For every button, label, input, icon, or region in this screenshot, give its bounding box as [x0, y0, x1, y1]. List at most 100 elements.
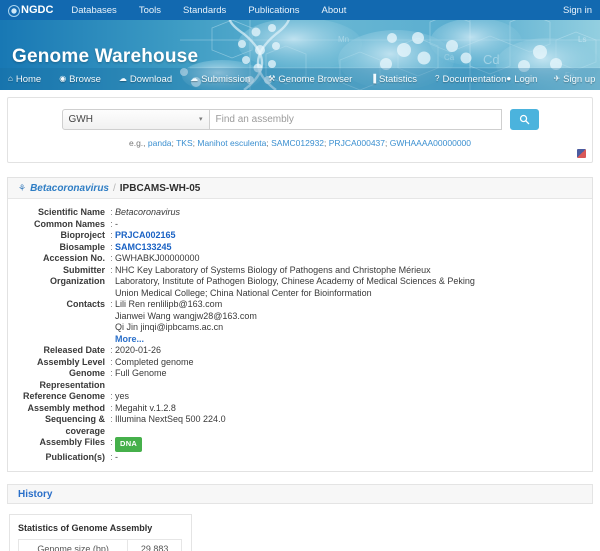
field-label-biosample: Biosample [8, 242, 108, 254]
example-link-tks[interactable]: TKS [176, 138, 193, 148]
breadcrumb-separator: / [113, 183, 116, 194]
field-common-names: Common Names : - [8, 219, 592, 231]
sign-in-link[interactable]: Sign in [563, 5, 592, 16]
main-navigation-bar: ⌂ Home ◉ Browse ☁ Download ☁ Submission … [0, 68, 600, 90]
nav-label-browse: Browse [69, 74, 101, 85]
nav-item-submission[interactable]: ☁ Submission [190, 74, 250, 85]
field-label-common-names: Common Names [8, 219, 108, 231]
contacts-more-link[interactable]: More... [115, 334, 257, 346]
field-contacts: Contacts : Lili Ren renlilipb@163.com Ji… [8, 299, 592, 345]
database-select[interactable]: GWH ▾ [62, 109, 210, 130]
field-assembly-level: Assembly Level : Completed genome [8, 357, 592, 369]
field-value-biosample: SAMC133245 [115, 242, 172, 254]
topnav-item-about[interactable]: About [322, 5, 347, 16]
nav-label-download: Download [130, 74, 172, 85]
field-value-assembly-level: Completed genome [115, 357, 194, 369]
field-value-reference-genome: yes [115, 391, 129, 403]
field-value-scientific-name: Betacoronavirus [115, 207, 180, 219]
browse-icon: ◉ [59, 75, 66, 83]
signup-link[interactable]: ✈ Sign up [553, 74, 595, 85]
nav-label-home: Home [16, 74, 41, 85]
submitter-org-line-1: NHC Key Laboratory of Systems Biology of… [115, 265, 475, 277]
field-colon-12: : [108, 414, 115, 437]
breadcrumb: ⚘ Betacoronavirus / IPBCAMS-WH-05 [8, 178, 592, 199]
biosample-link[interactable]: SAMC133245 [115, 242, 172, 252]
statistics-card: Statistics of Genome Assembly Genome siz… [9, 514, 192, 551]
field-label-contacts: Contacts [8, 299, 108, 345]
breadcrumb-genus[interactable]: Betacoronavirus [30, 183, 109, 194]
submitter-org-line-3: Union Medical College; China National Ce… [115, 288, 475, 300]
field-bioproject: Bioproject : PRJCA002165 [8, 230, 592, 242]
field-colon-9: : [108, 368, 115, 391]
topnav-item-publications[interactable]: Publications [248, 5, 299, 16]
nav-label-genome-browser: Genome Browser [278, 74, 352, 85]
nav-item-documentation[interactable]: ? Documentation [435, 74, 506, 85]
field-assembly-method: Assembly method : Megahit v.1.2.8 [8, 403, 592, 415]
field-label-bioproject: Bioproject [8, 230, 108, 242]
field-value-bioproject: PRJCA002165 [115, 230, 176, 242]
contact-line-2: Jianwei Wang wangjw28@163.com [115, 311, 257, 323]
nav-item-statistics[interactable]: ▐ Statistics [370, 74, 417, 85]
field-label-assembly-files: Assembly Files [8, 437, 108, 452]
search-panel: GWH ▾ Find an assembly e.g., panda; TKS;… [7, 97, 593, 163]
nav-item-browse[interactable]: ◉ Browse [59, 74, 101, 85]
field-value-contacts: Lili Ren renlilipb@163.com Jianwei Wang … [115, 299, 257, 345]
nav-label-documentation: Documentation [442, 74, 506, 85]
topnav-item-standards[interactable]: Standards [183, 5, 226, 16]
main-nav-items: ⌂ Home ◉ Browse ☁ Download ☁ Submission … [8, 74, 506, 85]
field-colon-0: : [108, 207, 115, 219]
nav-item-download[interactable]: ☁ Download [119, 74, 172, 85]
field-colon-8: : [108, 357, 115, 369]
field-label-assembly-level: Assembly Level [8, 357, 108, 369]
search-input-placeholder: Find an assembly [216, 114, 294, 125]
top-nav-links: Databases Tools Standards Publications A… [71, 5, 346, 16]
field-assembly-files: Assembly Files : DNA [8, 437, 592, 452]
field-value-assembly-method: Megahit v.1.2.8 [115, 403, 176, 415]
field-submitter-organization: Submitter Organization : NHC Key Laborat… [8, 265, 592, 300]
login-link[interactable]: ● Login [506, 74, 537, 85]
statistics-title: Statistics of Genome Assembly [18, 523, 183, 533]
search-input[interactable]: Find an assembly [210, 109, 502, 130]
field-colon-4: : [108, 253, 115, 265]
main-nav-account-area: ● Login ✈ Sign up [506, 74, 595, 85]
top-nav-right: Sign in [563, 4, 592, 16]
login-label: Login [514, 74, 537, 85]
search-button[interactable] [510, 109, 539, 130]
field-value-released-date: 2020-01-26 [115, 345, 161, 357]
assembly-detail-fields: Scientific Name : Betacoronavirus Common… [8, 199, 592, 471]
field-colon-7: : [108, 345, 115, 357]
ngdc-brand-logo[interactable]: NGDC [8, 4, 53, 16]
field-label-genome-representation: Genome Representation [8, 368, 108, 391]
example-link-gwhaaaa00000000[interactable]: GWHAAAA00000000 [390, 138, 471, 148]
field-accession-no: Accession No. : GWHABKJ00000000 [8, 253, 592, 265]
widget-badge-icon[interactable] [577, 149, 586, 158]
signup-icon: ✈ [553, 75, 560, 83]
field-label-released-date: Released Date [8, 345, 108, 357]
nav-item-genome-browser[interactable]: ⚒ Genome Browser [268, 74, 352, 85]
bioproject-link[interactable]: PRJCA002165 [115, 230, 176, 240]
example-link-panda[interactable]: panda [148, 138, 172, 148]
download-icon: ☁ [119, 75, 127, 83]
submitter-org-line-2: Laboratory, Institute of Pathogen Biolog… [115, 276, 475, 288]
history-section-header[interactable]: History [7, 484, 593, 504]
field-value-sequencing-coverage: Illumina NextSeq 500 224.0 [115, 414, 226, 437]
field-label-assembly-method: Assembly method [8, 403, 108, 415]
topnav-item-databases[interactable]: Databases [71, 5, 116, 16]
site-banner: Mn Ca Cd Ls Fe [0, 20, 600, 90]
genome-browser-icon: ⚒ [268, 75, 275, 83]
field-colon-6: : [108, 299, 115, 345]
field-colon-1: : [108, 219, 115, 231]
example-link-manihot-esculenta[interactable]: Manihot esculenta [197, 138, 266, 148]
field-value-genome-representation: Full Genome [115, 368, 167, 391]
example-link-samc012932[interactable]: SAMC012932 [271, 138, 324, 148]
example-link-prjca000437[interactable]: PRJCA000437 [329, 138, 385, 148]
field-value-submitter-organization: NHC Key Laboratory of Systems Biology of… [115, 265, 475, 300]
user-icon: ● [506, 75, 511, 83]
nav-item-home[interactable]: ⌂ Home [8, 74, 41, 85]
field-value-accession-no: GWHABKJ00000000 [115, 253, 200, 265]
field-genome-representation: Genome Representation : Full Genome [8, 368, 592, 391]
contact-line-3: Qi Jin jinqi@ipbcams.ac.cn [115, 322, 257, 334]
topnav-item-tools[interactable]: Tools [139, 5, 161, 16]
dna-file-badge[interactable]: DNA [115, 437, 142, 452]
field-colon-14: : [108, 452, 115, 464]
